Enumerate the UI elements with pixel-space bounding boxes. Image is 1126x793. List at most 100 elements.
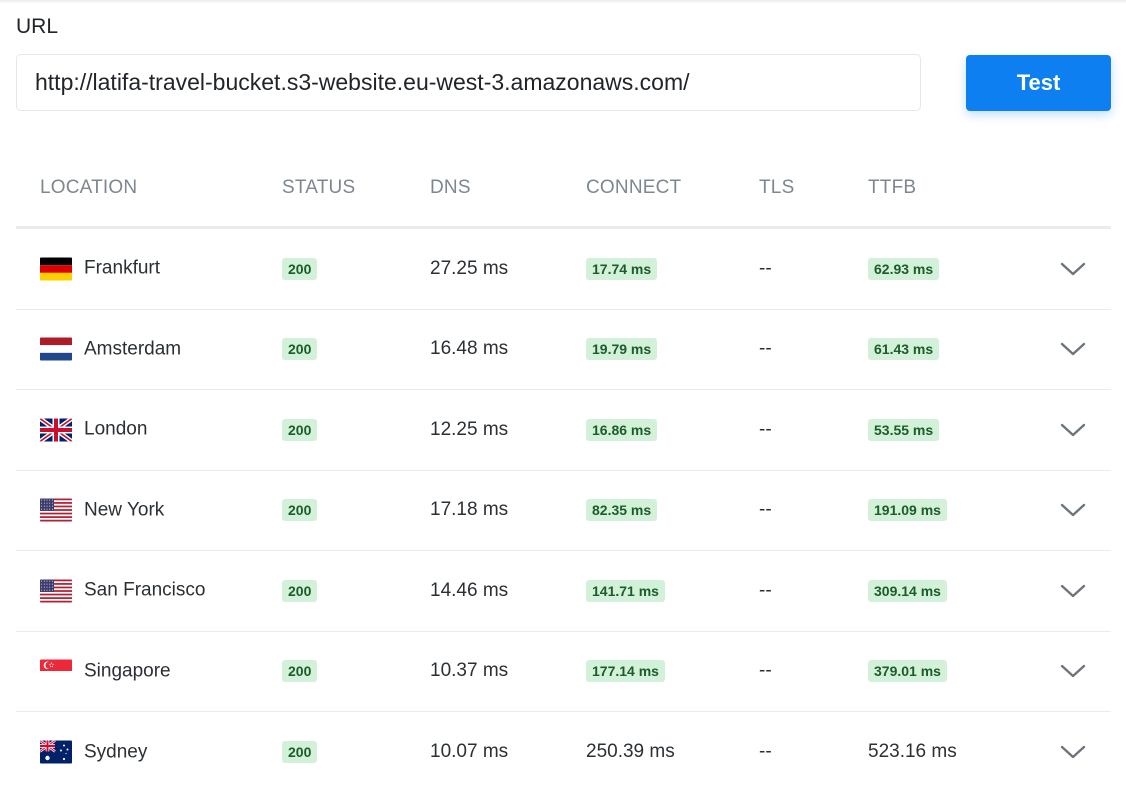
table-body: Frankfurt 200 27.25 ms 17.74 ms -- 62.93 ms Am… bbox=[16, 229, 1111, 793]
location-cell: Sydney bbox=[40, 740, 148, 764]
dns-value: 27.25 ms bbox=[430, 257, 509, 279]
location-cell: Singapore bbox=[40, 659, 171, 683]
status-badge: 200 bbox=[282, 257, 318, 280]
url-input[interactable] bbox=[16, 54, 921, 111]
results-table: LOCATION STATUS DNS CONNECT TLS TTFB Fra… bbox=[16, 148, 1111, 793]
connect-value: 17.74 ms bbox=[586, 257, 658, 280]
status-badge: 200 bbox=[282, 499, 318, 522]
status-cell: 200 bbox=[282, 741, 318, 764]
status-badge: 200 bbox=[282, 741, 318, 764]
ttfb-value: 62.93 ms bbox=[868, 257, 940, 280]
status-badge: 200 bbox=[282, 418, 318, 441]
location-cell: New York bbox=[40, 498, 165, 522]
dns-value: 12.25 ms bbox=[430, 418, 509, 440]
table-row[interactable]: Sydney 200 10.07 ms 250.39 ms -- 523.16 ms bbox=[16, 712, 1111, 793]
test-button[interactable]: Test bbox=[966, 55, 1111, 111]
table-row[interactable]: Frankfurt 200 27.25 ms 17.74 ms -- 62.93 ms bbox=[16, 229, 1111, 310]
ttfb-value: 379.01 ms bbox=[868, 660, 947, 683]
ttfb-cell: 523.16 ms bbox=[868, 741, 957, 763]
top-shadow bbox=[0, 0, 1126, 4]
location-cell: Amsterdam bbox=[40, 337, 182, 361]
dns-value: 10.07 ms bbox=[430, 741, 509, 763]
connect-cell: 17.74 ms bbox=[586, 257, 658, 280]
ttfb-cell: 379.01 ms bbox=[868, 660, 947, 683]
ttfb-cell: 309.14 ms bbox=[868, 579, 947, 602]
flag-united-states-icon bbox=[40, 579, 72, 603]
location-name: Sydney bbox=[84, 741, 148, 763]
ttfb-value: 191.09 ms bbox=[868, 499, 947, 522]
flag-united-kingdom-icon bbox=[40, 418, 72, 442]
flag-united-states-icon bbox=[40, 498, 72, 522]
tls-value: -- bbox=[759, 418, 772, 440]
chevron-down-icon[interactable] bbox=[1060, 261, 1086, 277]
table-row[interactable]: Amsterdam 200 16.48 ms 19.79 ms -- 61.43 ms bbox=[16, 310, 1111, 390]
connect-value: 19.79 ms bbox=[586, 338, 658, 361]
location-cell: San Francisco bbox=[40, 579, 206, 603]
connect-cell: 177.14 ms bbox=[586, 660, 665, 683]
connect-value: 250.39 ms bbox=[586, 741, 675, 763]
header-status: STATUS bbox=[282, 177, 356, 198]
header-location: LOCATION bbox=[40, 177, 138, 198]
flag-australia-icon bbox=[40, 740, 72, 764]
chevron-down-icon[interactable] bbox=[1060, 744, 1086, 760]
status-badge: 200 bbox=[282, 660, 318, 683]
chevron-down-icon[interactable] bbox=[1060, 422, 1086, 438]
tls-value: -- bbox=[759, 660, 772, 682]
location-name: Frankfurt bbox=[84, 257, 161, 279]
dns-value: 14.46 ms bbox=[430, 579, 509, 601]
chevron-down-icon[interactable] bbox=[1060, 583, 1086, 599]
tls-value: -- bbox=[759, 741, 772, 763]
url-label: URL bbox=[16, 15, 59, 38]
tls-value: -- bbox=[759, 338, 772, 360]
header-connect: CONNECT bbox=[586, 177, 682, 198]
connect-value: 177.14 ms bbox=[586, 660, 665, 683]
connect-value: 16.86 ms bbox=[586, 418, 658, 441]
location-name: Singapore bbox=[84, 660, 171, 682]
location-name: London bbox=[84, 418, 148, 440]
chevron-down-icon[interactable] bbox=[1060, 502, 1086, 518]
dns-value: 17.18 ms bbox=[430, 499, 509, 521]
location-name: Amsterdam bbox=[84, 338, 182, 360]
ttfb-cell: 53.55 ms bbox=[868, 418, 940, 441]
tls-value: -- bbox=[759, 257, 772, 279]
connect-cell: 82.35 ms bbox=[586, 499, 658, 522]
location-cell: Frankfurt bbox=[40, 257, 161, 281]
connect-cell: 250.39 ms bbox=[586, 741, 675, 763]
status-cell: 200 bbox=[282, 418, 318, 441]
connect-value: 141.71 ms bbox=[586, 579, 665, 602]
dns-value: 16.48 ms bbox=[430, 338, 509, 360]
chevron-down-icon[interactable] bbox=[1060, 663, 1086, 679]
status-cell: 200 bbox=[282, 660, 318, 683]
status-cell: 200 bbox=[282, 499, 318, 522]
location-name: New York bbox=[84, 499, 165, 521]
location-cell: London bbox=[40, 418, 148, 442]
status-cell: 200 bbox=[282, 579, 318, 602]
tls-value: -- bbox=[759, 499, 772, 521]
status-cell: 200 bbox=[282, 338, 318, 361]
connect-cell: 141.71 ms bbox=[586, 579, 665, 602]
status-cell: 200 bbox=[282, 257, 318, 280]
status-badge: 200 bbox=[282, 338, 318, 361]
status-badge: 200 bbox=[282, 579, 318, 602]
flag-singapore-icon bbox=[40, 659, 72, 683]
tls-value: -- bbox=[759, 579, 772, 601]
header-dns: DNS bbox=[430, 177, 471, 198]
flag-germany-icon bbox=[40, 257, 72, 281]
ttfb-cell: 62.93 ms bbox=[868, 257, 940, 280]
table-header: LOCATION STATUS DNS CONNECT TLS TTFB bbox=[16, 148, 1111, 229]
location-name: San Francisco bbox=[84, 579, 206, 601]
chevron-down-icon[interactable] bbox=[1060, 341, 1086, 357]
ttfb-value: 309.14 ms bbox=[868, 579, 947, 602]
table-row[interactable]: London 200 12.25 ms 16.86 ms -- 53.55 ms bbox=[16, 390, 1111, 471]
table-row[interactable]: San Francisco 200 14.46 ms 141.71 ms -- 309.1… bbox=[16, 551, 1111, 632]
ttfb-value: 53.55 ms bbox=[868, 418, 940, 441]
table-row[interactable]: Singapore 200 10.37 ms 177.14 ms -- 379.01 ms bbox=[16, 632, 1111, 712]
ttfb-value: 523.16 ms bbox=[868, 741, 957, 763]
flag-netherlands-icon bbox=[40, 337, 72, 361]
header-tls: TLS bbox=[759, 177, 795, 198]
ttfb-value: 61.43 ms bbox=[868, 338, 940, 361]
ttfb-cell: 61.43 ms bbox=[868, 338, 940, 361]
connect-cell: 16.86 ms bbox=[586, 418, 658, 441]
table-row[interactable]: New York 200 17.18 ms 82.35 ms -- 191.09 ms bbox=[16, 471, 1111, 551]
ttfb-cell: 191.09 ms bbox=[868, 499, 947, 522]
